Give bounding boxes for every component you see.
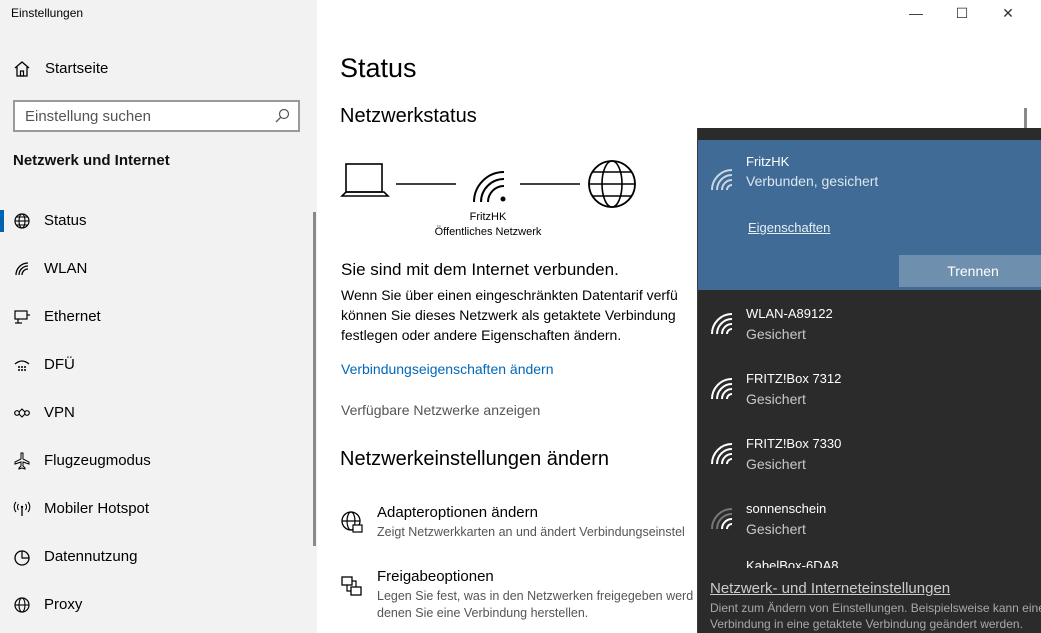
sidebar: Einstellungen Startseite Netzwerk und In… (0, 0, 317, 633)
app-title: Einstellungen (11, 6, 84, 20)
network-settings-link[interactable]: Netzwerk- und Interneteinstellungen (710, 580, 950, 597)
data-usage-icon (14, 550, 30, 566)
network-status: Gesichert (746, 326, 806, 342)
connected-network[interactable]: FritzHK Verbunden, gesichert Eigenschaft… (698, 140, 1041, 290)
globe-icon (14, 213, 30, 229)
sidebar-item-label: VPN (44, 404, 75, 421)
setting-description: Legen Sie fest, was in den Netzwerken fr… (377, 588, 693, 622)
properties-link[interactable]: Eigenschaften (748, 220, 830, 235)
network-name: FRITZ!Box 7330 (746, 436, 842, 451)
wifi-signal-icon (711, 378, 733, 400)
wifi-flyout: FritzHK Verbunden, gesichert Eigenschaft… (697, 128, 1041, 633)
sidebar-item-label: Ethernet (44, 308, 101, 325)
network-status: Gesichert (746, 391, 806, 407)
description-line: Legen Sie fest, was in den Netzwerken fr… (377, 589, 694, 603)
network-list-item[interactable]: FRITZ!Box 7330 Gesichert (698, 424, 1041, 489)
hotspot-icon (13, 501, 31, 516)
description-line: können Sie dieses Netzwerk als getaktete… (341, 307, 676, 323)
setting-title: Adapteroptionen ändern (377, 504, 538, 521)
sidebar-item-datennutzung[interactable]: Datennutzung (0, 536, 317, 584)
network-status: Gesichert (746, 521, 806, 537)
sidebar-item-home[interactable]: Startseite (0, 50, 317, 86)
search-box[interactable] (13, 100, 300, 132)
wifi-signal-icon (711, 443, 733, 465)
search-icon[interactable] (274, 108, 290, 124)
sidebar-item-hotspot[interactable]: Mobiler Hotspot (0, 488, 317, 536)
sidebar-item-label: Datennutzung (44, 548, 138, 565)
wifi-icon (15, 262, 29, 276)
sharing-icon (341, 576, 362, 596)
sidebar-item-flugzeugmodus[interactable]: Flugzeugmodus (0, 440, 317, 488)
description-line: denen Sie eine Verbindung herstellen. (377, 606, 589, 620)
internet-globe-icon (588, 160, 636, 208)
sidebar-item-label: Mobiler Hotspot (44, 500, 150, 517)
description-line: festlegen oder andere Eigenschaften ände… (341, 327, 622, 343)
search-input[interactable] (25, 107, 265, 125)
network-status: Verbunden, gesichert (746, 173, 879, 189)
flyout-footer: Netzwerk- und Interneteinstellungen Dien… (698, 568, 1041, 633)
network-caption: FritzHK Öffentliches Netzwerk (427, 210, 549, 240)
sidebar-item-label: Status (44, 212, 87, 229)
wifi-signal-icon (711, 169, 733, 191)
sidebar-item-label: Proxy (44, 596, 83, 613)
main-scrollbar[interactable] (1024, 108, 1027, 128)
footer-description: Dient zum Ändern von Einstellungen. Beis… (710, 601, 1041, 631)
sidebar-item-ethernet[interactable]: Ethernet (0, 296, 317, 344)
sidebar-scrollbar[interactable] (313, 212, 316, 546)
sidebar-item-dfue[interactable]: DFÜ (0, 344, 317, 392)
setting-description: Zeigt Netzwerkkarten an und ändert Verbi… (377, 525, 685, 539)
section-title: Netzwerk und Internet (13, 152, 170, 169)
sidebar-item-label: Startseite (45, 60, 109, 77)
metered-description: Wenn Sie über einen eingeschränkten Date… (341, 285, 701, 345)
network-status-heading: Netzwerkstatus (340, 105, 477, 127)
sidebar-item-label: Flugzeugmodus (44, 452, 151, 469)
sidebar-item-vpn[interactable]: VPN (0, 392, 317, 440)
network-name: sonnenschein (746, 501, 827, 516)
globe-icon (14, 597, 30, 613)
wifi-signal-icon (711, 313, 733, 335)
home-icon (14, 61, 30, 77)
minimize-button[interactable]: — (893, 0, 939, 26)
wifi-router-icon (473, 171, 506, 203)
sidebar-item-wlan[interactable]: WLAN (0, 248, 317, 296)
ethernet-icon (14, 310, 30, 324)
network-list-item[interactable]: WLAN-A89122 Gesichert (698, 294, 1041, 359)
network-name: WLAN-A89122 (746, 306, 833, 321)
nav-list: Status WLAN Ethernet DFÜ VPN Flugzeugmod… (0, 200, 317, 632)
window-controls: — ☐ ✕ (893, 0, 1031, 26)
setting-title: Freigabeoptionen (377, 568, 494, 585)
network-name: FRITZ!Box 7312 (746, 371, 842, 386)
network-list-item[interactable]: FRITZ!Box 7312 Gesichert (698, 359, 1041, 424)
wifi-signal-icon (711, 508, 733, 530)
sidebar-item-label: DFÜ (44, 356, 75, 373)
laptop-icon (340, 163, 390, 197)
disconnect-button[interactable]: Trennen (899, 255, 1041, 287)
sidebar-item-proxy[interactable]: Proxy (0, 584, 317, 632)
network-list-item[interactable]: sonnenschein Gesichert (698, 489, 1041, 554)
show-available-networks-link[interactable]: Verfügbare Netzwerke anzeigen (341, 402, 540, 418)
network-status: Gesichert (746, 456, 806, 472)
network-type: Öffentliches Netzwerk (434, 226, 542, 238)
close-button[interactable]: ✕ (985, 0, 1031, 26)
description-line: Wenn Sie über einen eingeschränkten Date… (341, 287, 678, 303)
network-name: FritzHK (746, 154, 790, 169)
sharing-options-item[interactable]: Freigabeoptionen Legen Sie fest, was in … (340, 568, 700, 624)
change-settings-heading: Netzwerkeinstellungen ändern (340, 448, 610, 470)
page-title: Status (340, 53, 417, 83)
adapter-icon (341, 511, 363, 533)
network-name: FritzHK (469, 211, 507, 223)
sidebar-item-label: WLAN (44, 260, 88, 277)
maximize-button[interactable]: ☐ (939, 0, 985, 26)
connected-text: Sie sind mit dem Internet verbunden. (341, 260, 619, 279)
vpn-icon (14, 408, 30, 418)
sidebar-item-status[interactable]: Status (0, 200, 317, 248)
change-connection-properties-link[interactable]: Verbindungseigenschaften ändern (341, 361, 554, 377)
adapter-options-item[interactable]: Adapteroptionen ändern Zeigt Netzwerkkar… (340, 504, 700, 560)
dialup-icon (14, 360, 30, 371)
airplane-icon (14, 452, 30, 470)
